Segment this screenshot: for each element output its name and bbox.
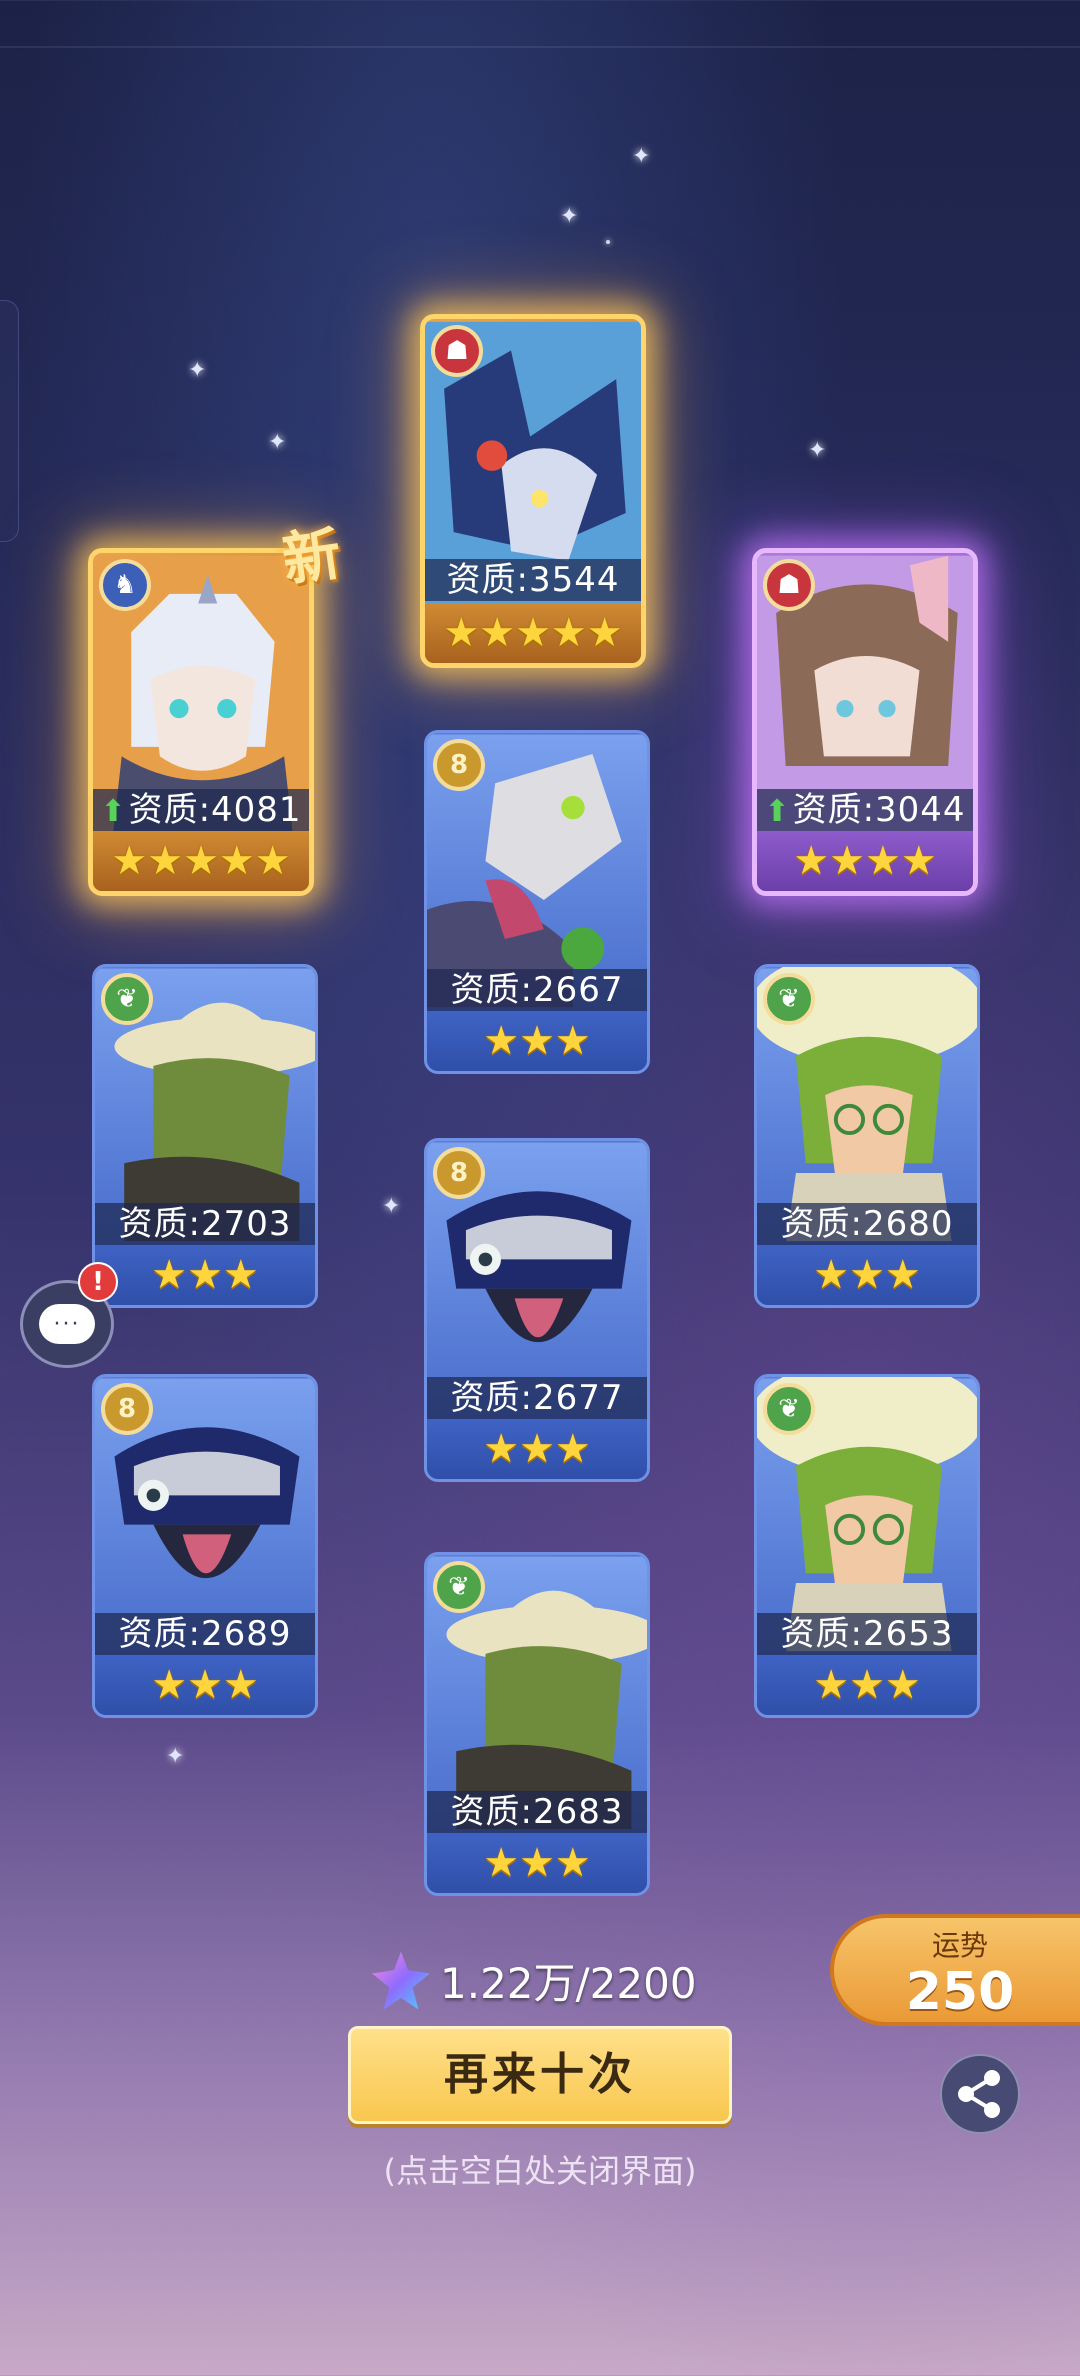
faction-badge-icon: ♞ (99, 559, 151, 611)
star-rating: ★★★ (757, 1245, 977, 1305)
quality-stat: 资质:2680 (757, 1203, 977, 1245)
draw-ten-again-button[interactable]: 再来十次 (348, 2026, 732, 2124)
star-rating: ★★★ (757, 1655, 977, 1715)
faction-badge-icon: 8 (433, 739, 485, 791)
side-drawer-tab[interactable] (0, 300, 19, 542)
star-icon: ★★★★★ (111, 838, 291, 884)
faction-badge-icon: ❦ (763, 1383, 815, 1435)
quality-stat: 资质:2703 (95, 1203, 315, 1245)
faction-badge-icon: 8 (433, 1147, 485, 1199)
star-rating: ★★★ (95, 1245, 315, 1305)
quality-stat: 资质:2683 (427, 1791, 647, 1833)
close-hint: (点击空白处关闭界面) (383, 2152, 697, 2190)
star-rating: ★★★★ (757, 831, 973, 891)
star-rating: ★★★ (95, 1655, 315, 1715)
quality-stat: 资质:3544 (425, 559, 641, 601)
star-rating: ★★★ (427, 1833, 647, 1893)
star-icon: ★★★★★ (443, 610, 623, 656)
sparkle-icon: ✦ (188, 358, 207, 383)
fortune-label: 运势 (931, 1929, 988, 1962)
share-icon (958, 2070, 1000, 2118)
star-dot (606, 240, 610, 244)
star-rating: ★★★ (427, 1419, 647, 1479)
top-divider (0, 46, 1080, 48)
faction-badge-icon: ☗ (763, 559, 815, 611)
sparkle-icon: ✦ (560, 204, 579, 229)
currency-amount: 1.22万/2200 (440, 1959, 697, 2008)
chat-bubble-icon: ··· (39, 1304, 95, 1344)
sparkle-icon: ✦ (382, 1194, 401, 1219)
star-icon: ★★★ (151, 1662, 259, 1708)
sparkle-icon: ✦ (808, 438, 827, 463)
star-rating: ★★★ (427, 1011, 647, 1071)
quality-stat: 资质:2677 (427, 1377, 647, 1419)
faction-badge-icon: ❦ (101, 973, 153, 1025)
star-rating: ★★★★★ (425, 603, 641, 663)
star-icon: ★★★ (483, 1018, 591, 1064)
quality-stat: ⬆资质:4081 (93, 789, 309, 831)
currency-display: 1.22万/2200 (372, 1950, 697, 2011)
new-tag: 新 (278, 519, 346, 595)
share-button[interactable] (940, 2054, 1020, 2134)
star-icon: ★★★ (483, 1426, 591, 1472)
upgrade-arrow-icon: ⬆ (100, 794, 127, 829)
star-rating: ★★★★★ (93, 831, 309, 891)
hero-card[interactable]: 8 资质:2667 ★★★ (424, 730, 650, 1074)
upgrade-arrow-icon: ⬆ (764, 794, 791, 829)
star-gem-icon (372, 1951, 430, 2010)
faction-badge-icon: ❦ (763, 973, 815, 1025)
quality-stat: 资质:2667 (427, 969, 647, 1011)
hero-card[interactable]: ❦ 资质:2653 ★★★ (754, 1374, 980, 1718)
fortune-panel[interactable]: 运势 250 (830, 1914, 1080, 2026)
star-icon: ★★★ (813, 1662, 921, 1708)
faction-badge-icon: 8 (101, 1383, 153, 1435)
hero-card[interactable]: ❦ 资质:2703 ★★★ (92, 964, 318, 1308)
hero-card[interactable]: 8 资质:2689 ★★★ (92, 1374, 318, 1718)
hero-card[interactable]: ❦ 资质:2683 ★★★ (424, 1552, 650, 1896)
star-icon: ★★★★ (793, 838, 937, 884)
faction-badge-icon: ❦ (433, 1561, 485, 1613)
hero-card[interactable]: ☗ 资质:3544 ★★★★★ (420, 314, 646, 668)
quality-stat: ⬆资质:3044 (757, 789, 973, 831)
star-icon: ★★★ (813, 1252, 921, 1298)
quality-stat: 资质:2653 (757, 1613, 977, 1655)
hero-card[interactable]: ☗ ⬆资质:3044 ★★★★ (752, 548, 978, 896)
hero-card[interactable]: ❦ 资质:2680 ★★★ (754, 964, 980, 1308)
hero-card[interactable]: ♞ ⬆资质:4081 ★★★★★ (88, 548, 314, 896)
hero-card[interactable]: 8 资质:2677 ★★★ (424, 1138, 650, 1482)
sparkle-icon: ✦ (268, 430, 287, 455)
sparkle-icon: ✦ (166, 1744, 185, 1769)
sparkle-icon: ✦ (632, 144, 651, 169)
star-icon: ★★★ (151, 1252, 259, 1298)
fortune-value: 250 (905, 1962, 1015, 2022)
quality-stat: 资质:2689 (95, 1613, 315, 1655)
faction-badge-icon: ☗ (431, 325, 483, 377)
star-icon: ★★★ (483, 1840, 591, 1886)
alert-badge: ! (78, 1262, 118, 1302)
